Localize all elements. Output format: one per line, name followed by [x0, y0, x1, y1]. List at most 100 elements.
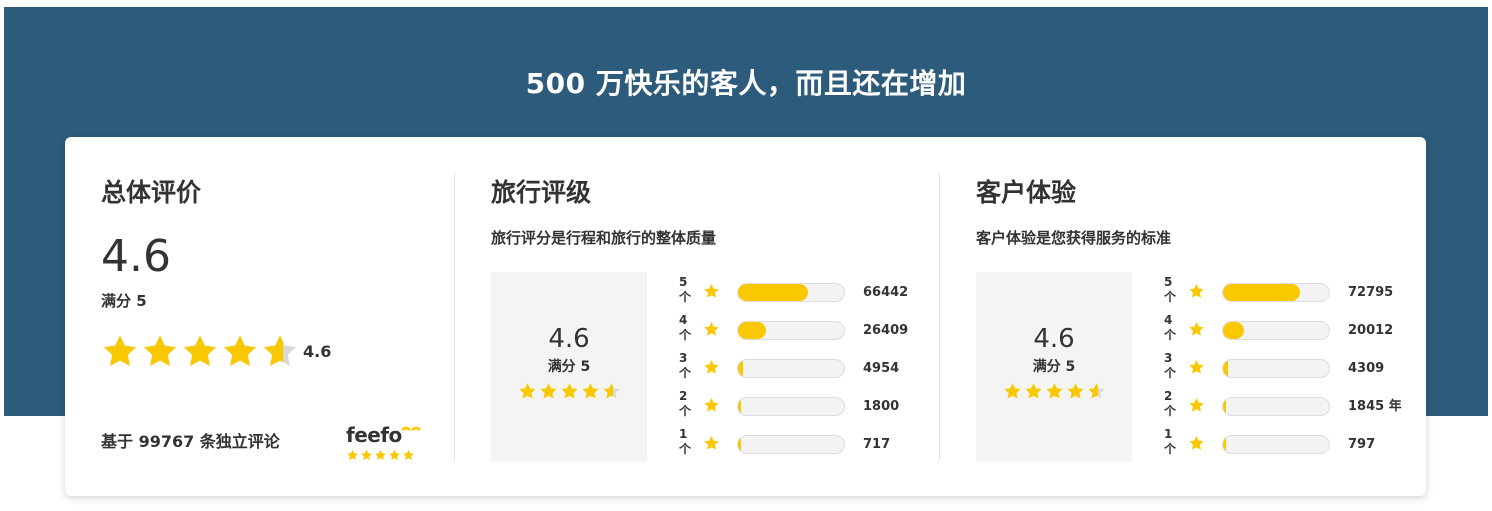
distribution-row[interactable]: 1 个 797 [1164, 425, 1404, 463]
star-icon [704, 360, 719, 374]
star-icon [704, 398, 719, 412]
star-icon [704, 436, 719, 450]
experience-subtitle: 客户体验是您获得服务的标准 [976, 229, 1172, 247]
distribution-count: 20012 [1348, 323, 1394, 338]
divider [939, 173, 940, 460]
distribution-label: 1个 [679, 427, 692, 456]
trip-rating-section: 旅行评级 旅行评分是行程和旅行的整体质量 4.6 满分 5 5 个 66442 4 个 2… [491, 173, 911, 473]
distribution-bar-fill [1223, 398, 1226, 415]
star-icon [518, 383, 536, 399]
star-icon [347, 449, 358, 461]
distribution-bar-fill [738, 322, 766, 339]
feefo-wordmark: feefo [346, 423, 402, 447]
divider [454, 173, 455, 460]
distribution-bar-track [737, 359, 845, 378]
trip-rating-subtitle: 旅行评分是行程和旅行的整体质量 [491, 229, 717, 247]
distribution-count: 1800 [863, 399, 900, 414]
star-icon [223, 335, 257, 367]
distribution-label: 2个 [679, 389, 692, 418]
star-icon [560, 383, 578, 399]
distribution-count: 4309 [1348, 361, 1385, 376]
distribution-row[interactable]: 5 个 72795 [1164, 273, 1404, 311]
headline: 500 万快乐的客人，而且还在增加 [525, 67, 967, 100]
overall-out-of: 满分 5 [101, 292, 147, 310]
star-icon [704, 284, 719, 298]
star-icon [1087, 383, 1105, 399]
experience-score-box: 4.6 满分 5 [976, 272, 1132, 462]
distribution-bar-fill [738, 436, 741, 453]
distribution-bar-fill [1223, 436, 1226, 453]
trip-rating-title: 旅行评级 [491, 178, 592, 207]
distribution-bar-track [1222, 359, 1330, 378]
overall-stars: 4.6 [101, 333, 331, 369]
distribution-bar-fill [738, 284, 808, 301]
star-icon [581, 383, 599, 399]
overall-score: 4.6 [101, 231, 171, 282]
star-icon [103, 335, 137, 367]
distribution-label: 4个 [679, 313, 692, 342]
distribution-bar-track [1222, 321, 1330, 340]
star-icon [1189, 436, 1204, 450]
trip-out-of: 满分 5 [547, 359, 591, 375]
distribution-bar-fill [1223, 360, 1228, 377]
distribution-bar-fill [1223, 322, 1245, 339]
star-icon [602, 383, 620, 399]
distribution-count: 4954 [863, 361, 900, 376]
distribution-count: 1845 年 [1348, 399, 1402, 414]
star-icon [1066, 383, 1084, 399]
distribution-count: 717 [863, 437, 891, 452]
feefo-logo[interactable]: feefo [346, 423, 426, 463]
distribution-row[interactable]: 3 个 4309 [1164, 349, 1404, 387]
distribution-row[interactable]: 2 个 1845 年 [1164, 387, 1404, 425]
experience-out-of: 满分 5 [1032, 359, 1076, 375]
star-icon [1003, 383, 1021, 399]
star-icon [704, 322, 719, 336]
star-icon [1189, 360, 1204, 374]
star-icon [1189, 322, 1204, 336]
star-icon [1024, 383, 1042, 399]
star-icon [263, 335, 297, 367]
distribution-label: 5个 [679, 275, 692, 304]
distribution-count: 72795 [1348, 285, 1394, 300]
review-count-text: 基于 99767 条独立评论 [101, 432, 280, 451]
trip-score-box: 4.6 满分 5 [491, 272, 647, 462]
distribution-count: 26409 [863, 323, 909, 338]
overall-rating: 总体评价 4.6 满分 5 4.6 基于 99767 条独立评论 feefo [101, 173, 421, 473]
distribution-row[interactable]: 4 个 26409 [679, 311, 919, 349]
distribution-label: 1个 [1164, 427, 1177, 456]
star-icon [389, 449, 400, 461]
distribution-label: 5个 [1164, 275, 1177, 304]
distribution-bar-track [737, 283, 845, 302]
star-icon [539, 383, 557, 399]
distribution-label: 3个 [679, 351, 692, 380]
experience-score: 4.6 [1033, 324, 1075, 354]
distribution-bar-fill [1223, 284, 1301, 301]
distribution-row[interactable]: 5 个 66442 [679, 273, 919, 311]
star-icon [403, 449, 414, 461]
feefo-stars [346, 449, 426, 461]
trip-score: 4.6 [548, 324, 590, 354]
star-icon [1045, 383, 1063, 399]
distribution-count: 66442 [863, 285, 909, 300]
distribution-label: 4个 [1164, 313, 1177, 342]
overall-title: 总体评价 [101, 178, 202, 207]
distribution-bar-fill [738, 360, 744, 377]
distribution-row[interactable]: 1 个 717 [679, 425, 919, 463]
reviews-card: 总体评价 4.6 满分 5 4.6 基于 99767 条独立评论 feefo 旅… [65, 137, 1426, 496]
star-icon [1189, 284, 1204, 298]
distribution-bar-track [1222, 283, 1330, 302]
trip-distribution: 5 个 66442 4 个 26409 3 个 4954 2 个 1800 1 个 717 [679, 273, 919, 463]
distribution-row[interactable]: 4 个 20012 [1164, 311, 1404, 349]
distribution-label: 3个 [1164, 351, 1177, 380]
distribution-bar-fill [738, 398, 741, 415]
distribution-row[interactable]: 2 个 1800 [679, 387, 919, 425]
customer-experience-section: 客户体验 客户体验是您获得服务的标准 4.6 满分 5 5 个 72795 4 个 200… [976, 173, 1402, 473]
overall-stars-label: 4.6 [303, 341, 332, 361]
distribution-label: 2个 [1164, 389, 1177, 418]
star-icon [361, 449, 372, 461]
distribution-bar-track [737, 435, 845, 454]
experience-distribution: 5 个 72795 4 个 20012 3 个 4309 2 个 1845 年 1 个 797 [1164, 273, 1404, 463]
experience-title: 客户体验 [976, 178, 1077, 207]
distribution-row[interactable]: 3 个 4954 [679, 349, 919, 387]
star-icon [1189, 398, 1204, 412]
